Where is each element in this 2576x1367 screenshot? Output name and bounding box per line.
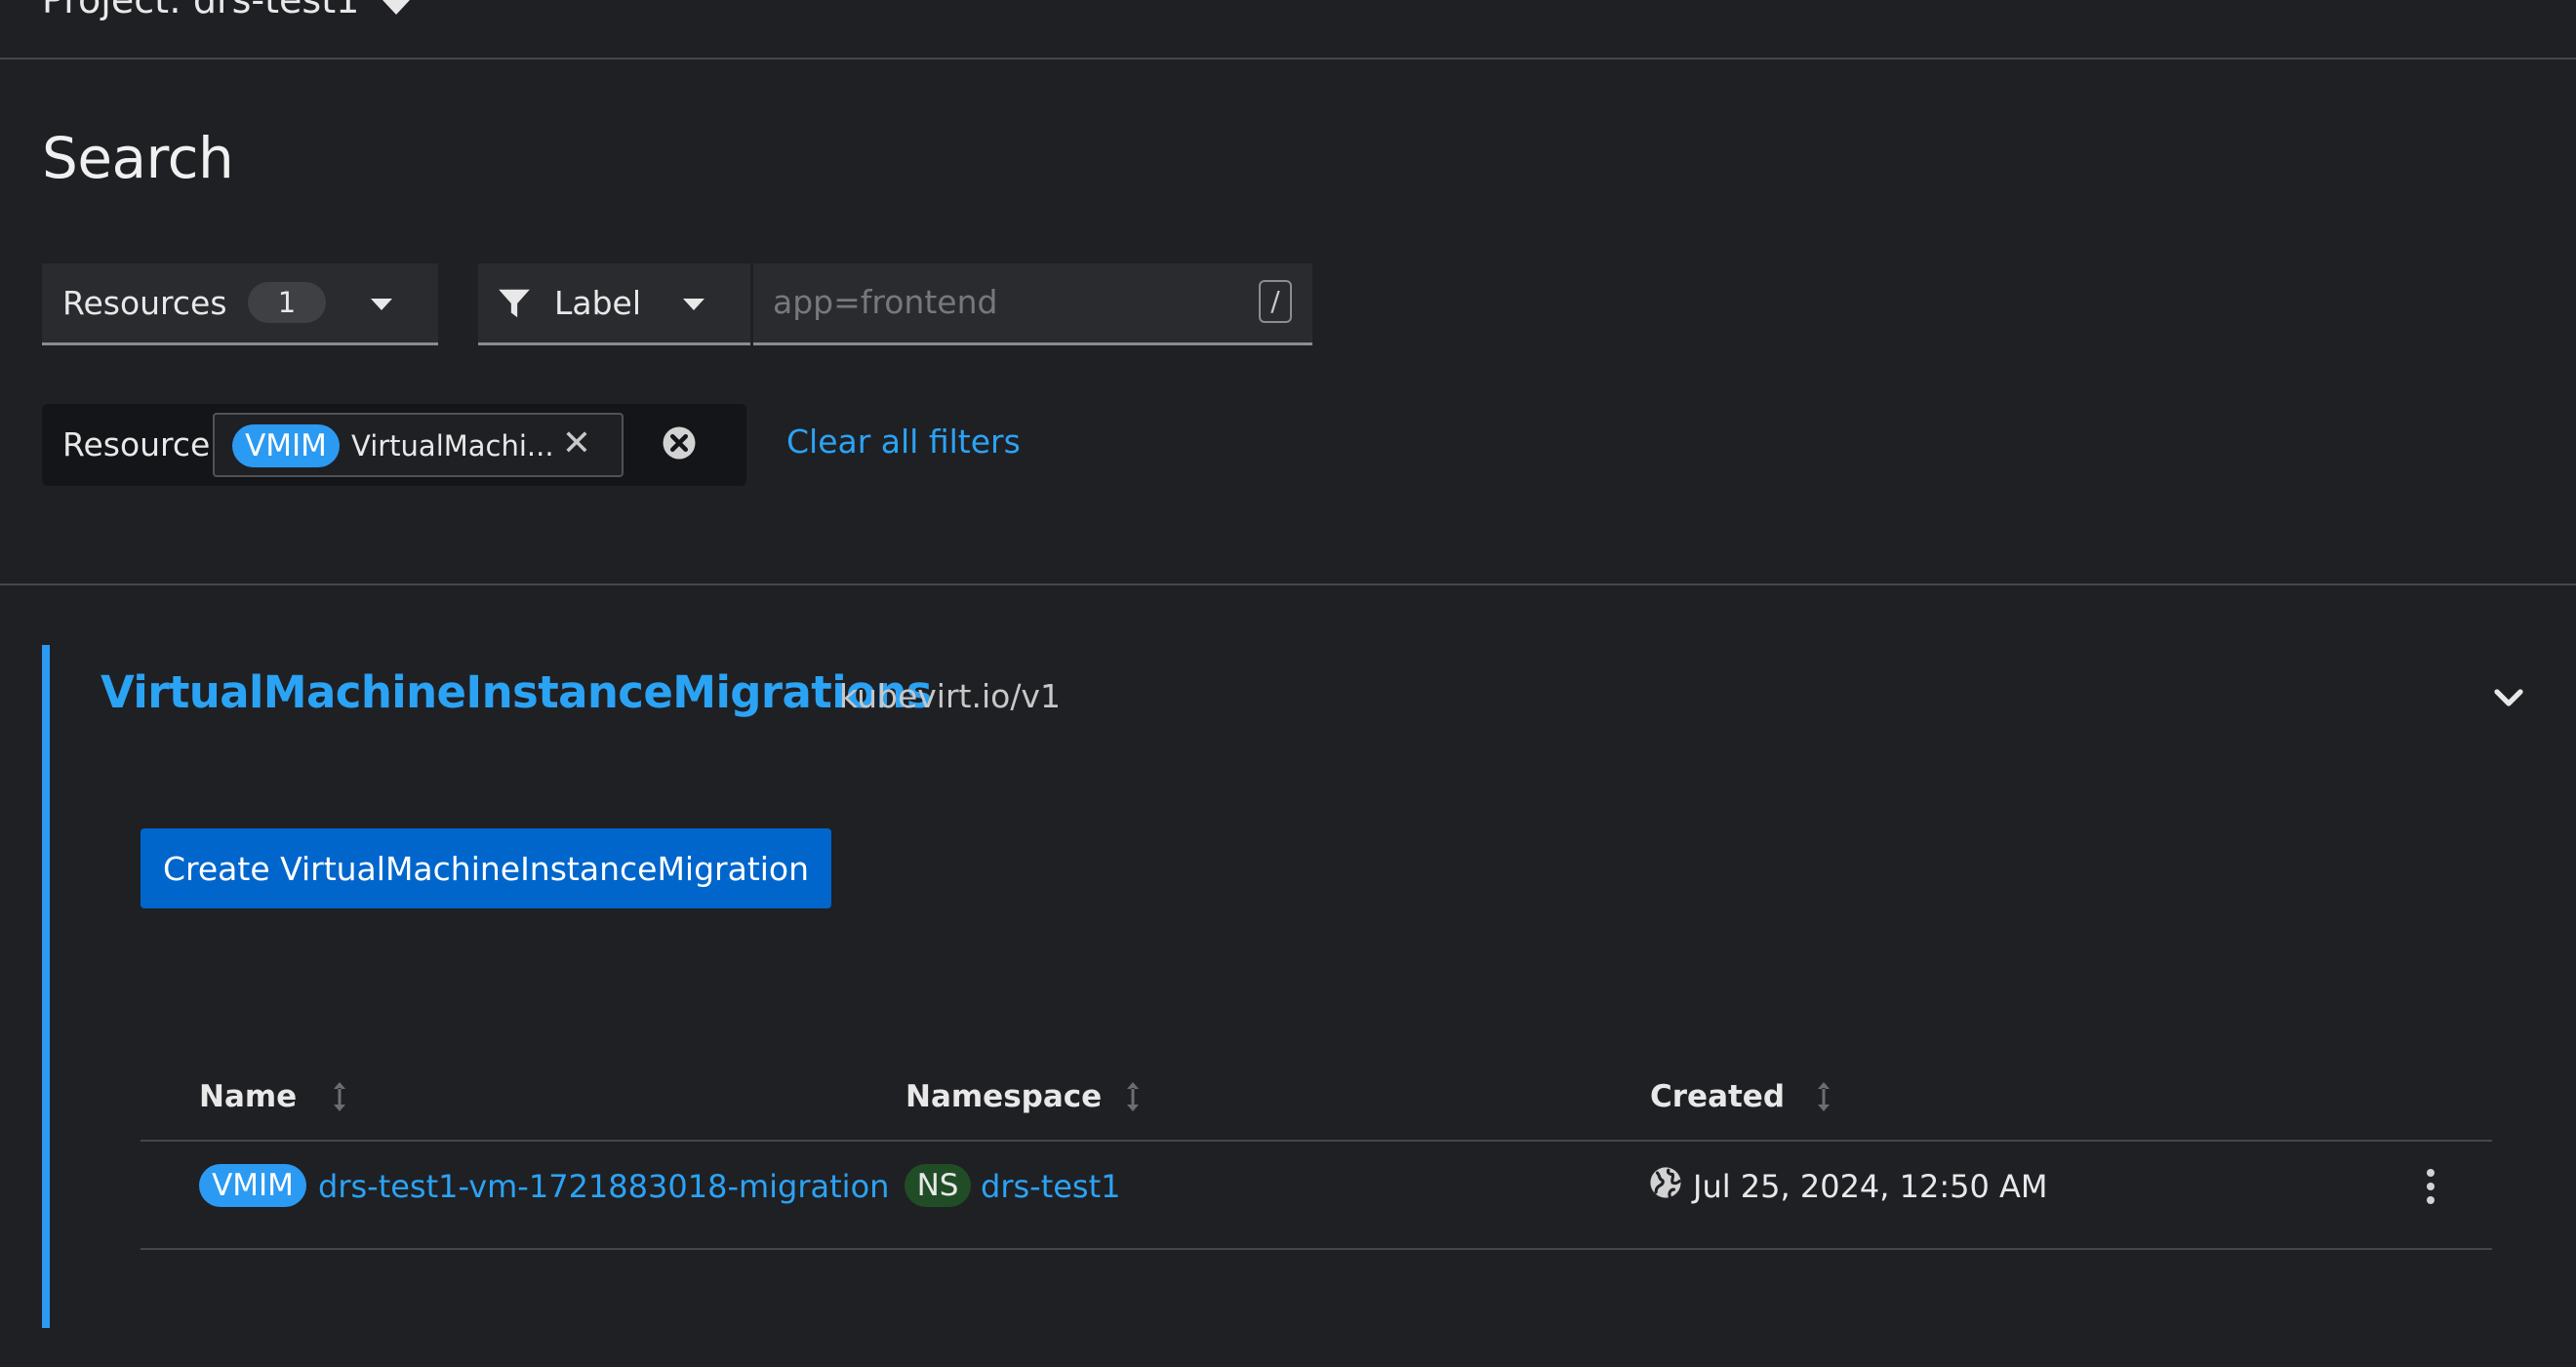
close-circle-icon[interactable] (662, 425, 697, 461)
column-header-namespace[interactable]: Namespace (906, 1079, 1102, 1114)
resources-count-badge: 1 (248, 282, 326, 323)
kebab-icon[interactable] (2416, 1165, 2445, 1208)
sort-icon[interactable] (330, 1079, 349, 1114)
clear-all-filters-link[interactable]: Clear all filters (786, 422, 1021, 461)
table-row-divider (141, 1248, 2492, 1250)
caret-down-icon (371, 299, 392, 310)
sort-icon[interactable] (1814, 1079, 1833, 1114)
filter-type-label: Label (554, 284, 642, 322)
keyboard-shortcut-hint: / (1259, 280, 1292, 323)
page-title: Search (42, 125, 234, 191)
namespace-link[interactable]: drs-test1 (981, 1168, 1121, 1205)
create-resource-button[interactable]: Create VirtualMachineInstanceMigration (141, 828, 831, 908)
resource-api-version: kubevirt.io/v1 (839, 677, 1061, 715)
column-header-name[interactable]: Name (199, 1079, 297, 1114)
chip-group-category: Resource (62, 425, 211, 463)
filter-chip: VMIM VirtualMachi... ✕ (213, 413, 624, 477)
chevron-down-icon[interactable] (382, 0, 410, 15)
resource-kind-badge: VMIM (199, 1164, 306, 1207)
label-search-input[interactable] (753, 263, 1261, 340)
namespace-badge: NS (905, 1164, 971, 1207)
section-accent-bar (42, 645, 50, 1328)
caret-down-icon (683, 299, 704, 310)
created-timestamp: Jul 25, 2024, 12:50 AM (1693, 1168, 2048, 1205)
filter-chip-text: VirtualMachi... (351, 429, 554, 462)
resources-dropdown[interactable]: Resources 1 (42, 263, 438, 345)
resource-name-link[interactable]: drs-test1-vm-1721883018-migration (318, 1168, 889, 1205)
divider (0, 583, 2576, 585)
sort-icon[interactable] (1123, 1079, 1143, 1114)
column-header-created[interactable]: Created (1650, 1079, 1785, 1114)
close-icon[interactable]: ✕ (559, 419, 594, 469)
chevron-down-icon[interactable] (2491, 680, 2526, 715)
resource-section-title[interactable]: VirtualMachineInstanceMigrations (101, 666, 933, 718)
filter-icon (499, 289, 530, 318)
filter-type-dropdown[interactable]: Label (478, 263, 750, 345)
resource-kind-badge: VMIM (232, 424, 340, 467)
globe-icon (1650, 1167, 1681, 1198)
filter-chip-group: Resource VMIM VirtualMachi... ✕ (42, 404, 746, 486)
project-selector-label[interactable]: Project: drs-test1 (42, 0, 359, 21)
label-search-box: / (753, 263, 1312, 345)
resources-dropdown-label: Resources (62, 284, 227, 322)
